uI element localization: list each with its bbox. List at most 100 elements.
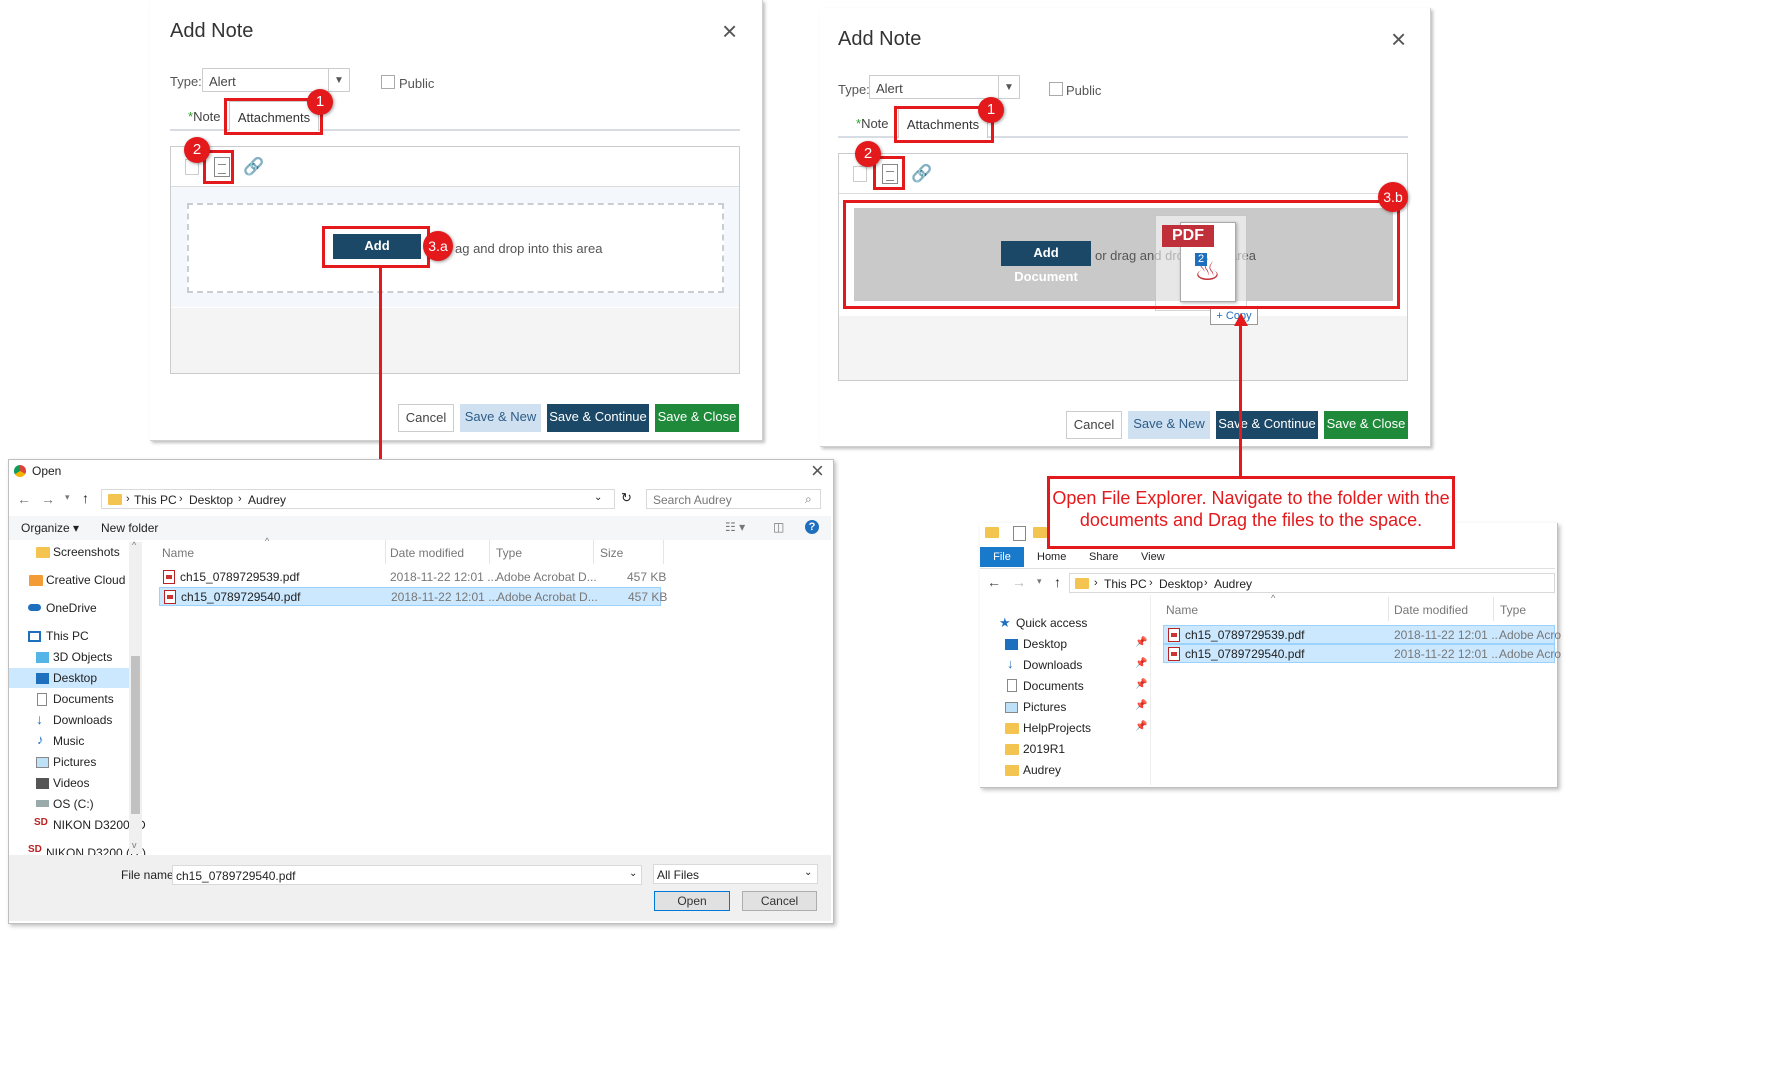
column-name[interactable]: Name xyxy=(162,546,194,560)
add-note-dialog-left: Add Note × Type: Alert ▼ Public *Note At… xyxy=(150,0,763,441)
table-row[interactable]: ch15_0789729539.pdf 2018-11-22 12:01 ...… xyxy=(159,568,666,586)
ribbon-tab-home[interactable]: Home xyxy=(1037,551,1066,563)
nav-item-music[interactable]: Music xyxy=(53,734,84,748)
link-icon[interactable]: 🔗 xyxy=(911,164,932,184)
ribbon-tab-share[interactable]: Share xyxy=(1089,551,1118,563)
pdf-icon xyxy=(163,570,175,584)
nav-item-pictures[interactable]: Pictures xyxy=(1023,700,1066,714)
nav-item-3d-objects[interactable]: 3D Objects xyxy=(53,650,112,664)
address-bar[interactable]: › This PC › Desktop › Audrey ⌄ xyxy=(101,489,615,509)
nav-item-videos[interactable]: Videos xyxy=(53,776,89,790)
save-new-button[interactable]: Save & New xyxy=(460,404,541,432)
chevron-down-icon[interactable]: ⌄ xyxy=(629,868,637,879)
chevron-up-icon[interactable]: ^ xyxy=(132,540,136,550)
organize-button[interactable]: Organize ▾ xyxy=(21,521,79,535)
open-button[interactable]: Open xyxy=(654,891,730,911)
path-segment[interactable]: Audrey xyxy=(248,493,286,507)
nav-item-onedrive[interactable]: OneDrive xyxy=(46,601,97,615)
column-date[interactable]: Date modified xyxy=(390,546,464,560)
drop-zone[interactable]: ag and drop into this area xyxy=(187,203,724,293)
column-type[interactable]: Type xyxy=(1500,603,1526,617)
tab-note-label: Note xyxy=(193,109,221,124)
column-size[interactable]: Size xyxy=(600,546,623,560)
table-row[interactable]: ch15_0789729539.pdf 2018-11-22 12:01 ...… xyxy=(1163,625,1561,644)
ribbon-tab-view[interactable]: View xyxy=(1141,551,1165,563)
refresh-icon[interactable]: ↻ xyxy=(621,490,632,506)
panel-footer xyxy=(171,308,739,373)
pictures-icon xyxy=(1005,702,1018,713)
column-name[interactable]: Name xyxy=(1166,603,1198,617)
path-segment[interactable]: Audrey xyxy=(1214,577,1252,591)
forward-icon[interactable]: → xyxy=(41,491,55,507)
quick-access-icon: ★ xyxy=(999,615,1011,630)
scroll-thumb[interactable] xyxy=(131,656,140,814)
up-icon[interactable]: ↑ xyxy=(82,490,89,506)
type-select[interactable]: Alert ▼ xyxy=(202,68,350,92)
path-segment[interactable]: This PC xyxy=(1104,577,1147,591)
nav-pane-divider xyxy=(1150,595,1151,785)
table-row[interactable]: ch15_0789729540.pdf 2018-11-22 12:01 ...… xyxy=(1163,644,1561,663)
chevron-down-icon[interactable]: v xyxy=(132,840,137,850)
search-icon[interactable]: ⌕ xyxy=(805,492,812,507)
cancel-button[interactable]: Cancel xyxy=(398,404,454,432)
ribbon-tab-file[interactable]: File xyxy=(980,547,1024,567)
public-checkbox[interactable] xyxy=(1049,82,1063,96)
save-close-button[interactable]: Save & Close xyxy=(1324,411,1408,439)
nav-item-downloads[interactable]: Downloads xyxy=(53,713,112,727)
chevron-down-icon[interactable]: ⌄ xyxy=(804,867,812,878)
nav-item-quick-access[interactable]: Quick access xyxy=(1016,616,1087,630)
chevron-down-icon[interactable]: ⌄ xyxy=(594,492,602,503)
new-folder-button[interactable]: New folder xyxy=(101,521,158,535)
view-options-icon[interactable]: ☷ ▾ xyxy=(725,520,745,534)
public-checkbox[interactable] xyxy=(381,75,395,89)
cancel-button[interactable]: Cancel xyxy=(1066,411,1122,439)
help-icon[interactable]: ? xyxy=(805,520,819,534)
nav-item-pictures[interactable]: Pictures xyxy=(53,755,96,769)
nav-item-2019r1[interactable]: 2019R1 xyxy=(1023,742,1065,756)
up-icon[interactable]: ↑ xyxy=(1054,574,1061,590)
back-icon[interactable]: ← xyxy=(17,491,31,507)
link-icon[interactable]: 🔗 xyxy=(243,157,264,177)
tab-note[interactable]: *Note xyxy=(188,109,221,124)
column-date[interactable]: Date modified xyxy=(1394,603,1468,617)
recent-chevron-icon[interactable]: ▾ xyxy=(65,492,70,503)
nav-item-audrey[interactable]: Audrey xyxy=(1023,763,1061,777)
sort-arrow-icon: ^ xyxy=(265,536,270,546)
nav-item-os-c[interactable]: OS (C:) xyxy=(53,797,94,811)
address-bar[interactable]: › This PC › Desktop › Audrey xyxy=(1069,573,1555,593)
file-name: ch15_0789729539.pdf xyxy=(1185,628,1305,642)
path-segment[interactable]: This PC xyxy=(134,493,177,507)
column-type[interactable]: Type xyxy=(496,546,522,560)
nav-item-documents[interactable]: Documents xyxy=(1023,679,1084,693)
save-continue-button[interactable]: Save & Continue xyxy=(1216,411,1318,439)
forward-icon[interactable]: → xyxy=(1012,574,1026,590)
file-name-input[interactable]: ch15_0789729540.pdf ⌄ xyxy=(172,865,642,885)
nav-item-desktop[interactable]: Desktop xyxy=(53,671,97,685)
save-close-button[interactable]: Save & Close xyxy=(655,404,739,432)
recent-chevron-icon[interactable]: ▾ xyxy=(1037,576,1042,587)
search-input[interactable]: Search Audrey ⌕ xyxy=(646,489,821,509)
table-row[interactable]: ch15_0789729540.pdf 2018-11-22 12:01 ...… xyxy=(159,587,667,606)
back-icon[interactable]: ← xyxy=(987,574,1001,590)
nav-item-desktop[interactable]: Desktop xyxy=(1023,637,1067,651)
nav-item-screenshots[interactable]: Screenshots xyxy=(53,545,120,559)
nav-item-downloads[interactable]: Downloads xyxy=(1023,658,1082,672)
path-segment[interactable]: Desktop xyxy=(1159,577,1203,591)
nav-item-documents[interactable]: Documents xyxy=(53,692,114,706)
close-icon[interactable]: × xyxy=(1391,26,1406,52)
nav-item-this-pc[interactable]: This PC xyxy=(46,629,89,643)
file-type-select[interactable]: All Files ⌄ xyxy=(653,864,818,884)
dialog-title: Add Note xyxy=(838,28,922,50)
nav-item-helpprojects[interactable]: HelpProjects xyxy=(1023,721,1091,735)
save-new-button[interactable]: Save & New xyxy=(1128,411,1210,439)
path-segment[interactable]: Desktop xyxy=(189,493,233,507)
close-icon[interactable]: × xyxy=(811,460,824,482)
cancel-button[interactable]: Cancel xyxy=(742,891,817,911)
tab-note[interactable]: *Note xyxy=(856,116,889,131)
save-continue-button[interactable]: Save & Continue xyxy=(547,404,649,432)
close-icon[interactable]: × xyxy=(722,18,737,44)
preview-pane-icon[interactable]: ◫ xyxy=(773,520,784,534)
nav-item-creative-cloud[interactable]: Creative Cloud Fil xyxy=(46,573,141,587)
type-select[interactable]: Alert ▼ xyxy=(869,75,1020,99)
nav-scrollbar[interactable]: ^ v xyxy=(129,540,142,854)
